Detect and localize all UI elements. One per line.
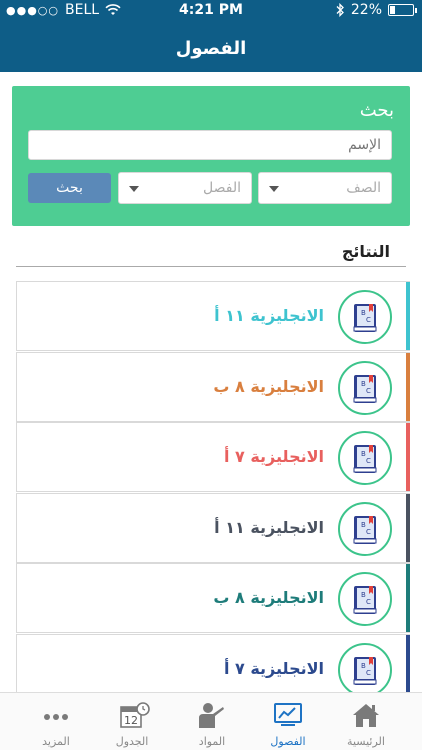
book-avatar: BC: [338, 642, 392, 697]
class-name: الانجليزية ٨ ب: [213, 376, 324, 396]
tab-bar: الرئيسية الفصول المواد 12 الجدول المزيد: [0, 692, 422, 750]
svg-text:C: C: [366, 457, 371, 465]
class-row[interactable]: B C الانجليزية ١١ أ: [16, 281, 410, 351]
status-bar: ●●●○○ BELL 4:21 PM 22%: [0, 0, 422, 22]
more-icon: [44, 714, 68, 720]
row-color-stripe: [406, 282, 410, 350]
results-divider: [16, 266, 406, 267]
class-name: الانجليزية ١١ أ: [214, 517, 324, 537]
tab-classes-label: الفصول: [270, 735, 306, 748]
row-color-stripe: [406, 564, 410, 632]
book-icon: BC: [353, 445, 377, 473]
battery-percent: 22%: [350, 2, 382, 18]
tab-home[interactable]: الرئيسية: [324, 693, 408, 750]
tab-more-label: المزيد: [42, 735, 70, 748]
book-avatar: BC: [338, 572, 392, 626]
svg-text:C: C: [366, 598, 371, 606]
book-icon: BC: [353, 304, 377, 332]
svg-text:C: C: [366, 669, 371, 677]
grade-select[interactable]: الصف: [258, 172, 392, 204]
chevron-down-icon: [269, 186, 279, 192]
results-title: النتائج: [341, 242, 390, 261]
results-list[interactable]: B C الانجليزية ١١ أ B C الانجليزية ٨ ب B C الانج…: [16, 281, 410, 703]
book-icon: BC: [353, 586, 377, 614]
svg-text:C: C: [366, 528, 371, 536]
row-color-stripe: [406, 352, 410, 421]
app-header: ●●●○○ BELL 4:21 PM 22% الفصول: [0, 0, 422, 72]
battery-icon: [388, 4, 417, 16]
tab-schedule[interactable]: 12 الجدول: [90, 693, 174, 750]
search-panel: بحث الصف الفصل بحث: [12, 86, 410, 226]
book-icon: BC: [353, 515, 377, 544]
calendar-icon: 12: [120, 702, 150, 728]
tab-schedule-label: الجدول: [115, 735, 149, 748]
battery-fill: [390, 6, 395, 14]
bluetooth-icon: [336, 3, 344, 17]
calendar-day: 12: [124, 714, 138, 727]
book-avatar: BC: [338, 431, 392, 485]
class-row[interactable]: B C الانجليزية ١١ أ: [16, 492, 410, 563]
classes-icon: [274, 703, 302, 726]
search-title: بحث: [359, 100, 394, 121]
page-title: الفصول: [175, 38, 247, 59]
class-name: الانجليزية ٨ ب: [213, 588, 324, 607]
class-row[interactable]: B C الانجليزية ٨ ب: [16, 351, 410, 422]
book-icon: BC: [353, 374, 377, 403]
svg-text:C: C: [366, 387, 371, 395]
class-row[interactable]: B C الانجليزية ٧ أ: [16, 422, 410, 492]
class-name: الانجليزية ٧ أ: [223, 447, 324, 466]
name-search-input[interactable]: [28, 130, 392, 160]
search-button[interactable]: بحث: [28, 173, 111, 203]
grade-select-label: الصف: [346, 180, 381, 196]
tab-classes[interactable]: الفصول: [246, 693, 330, 750]
class-select-label: الفصل: [203, 180, 241, 196]
row-color-stripe: [406, 493, 410, 562]
svg-text:C: C: [366, 316, 371, 324]
tab-subjects-label: المواد: [198, 735, 226, 748]
tab-more[interactable]: المزيد: [14, 693, 98, 750]
chevron-down-icon: [129, 186, 139, 192]
row-color-stripe: [406, 423, 410, 491]
tab-subjects[interactable]: المواد: [170, 693, 254, 750]
class-select[interactable]: الفصل: [118, 172, 252, 204]
book-avatar: BC: [338, 290, 392, 344]
book-icon: BC: [353, 656, 377, 685]
subjects-icon: [199, 703, 224, 728]
class-row[interactable]: B C الانجليزية ٨ ب: [16, 563, 410, 633]
tab-home-label: الرئيسية: [347, 735, 385, 748]
book-avatar: BC: [338, 360, 392, 415]
home-icon: [353, 704, 379, 727]
class-name: الانجليزية ٧ أ: [223, 658, 324, 678]
class-name: الانجليزية ١١ أ: [214, 306, 324, 325]
book-avatar: BC: [338, 501, 392, 556]
status-right: 22%: [335, 2, 417, 18]
